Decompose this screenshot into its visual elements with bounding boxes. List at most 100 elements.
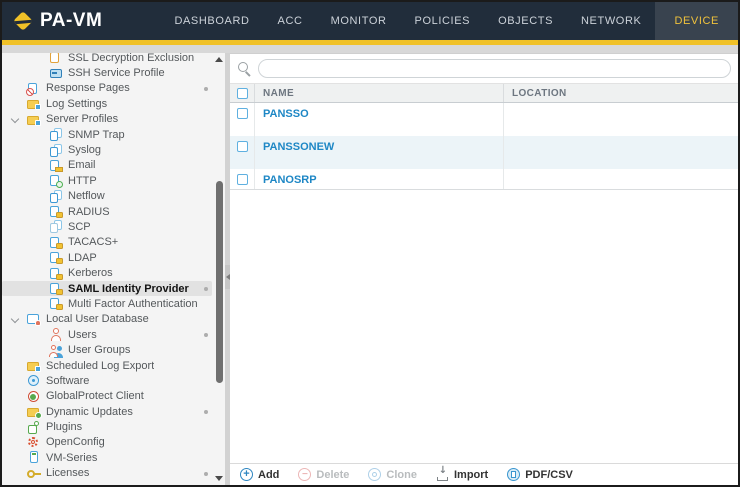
gear-icon bbox=[27, 436, 41, 449]
select-all-checkbox[interactable] bbox=[237, 88, 248, 99]
clone-button[interactable]: Clone bbox=[368, 468, 417, 482]
sidebar-item-dynamic-updates[interactable]: Dynamic Updates bbox=[2, 404, 212, 419]
status-dot bbox=[204, 410, 208, 414]
sidebar-item-multi-factor-authentication[interactable]: Multi Factor Authentication bbox=[2, 296, 212, 311]
content-area: SSL Decryption ExclusionSSH Service Prof… bbox=[2, 45, 738, 485]
sidebar-item-globalprotect-client[interactable]: GlobalProtect Client bbox=[2, 389, 212, 404]
sidebar-item-local-user-database[interactable]: Local User Database bbox=[2, 312, 212, 327]
tab-monitor[interactable]: MONITOR bbox=[317, 2, 401, 40]
sidebar-item-openconfig[interactable]: OpenConfig bbox=[2, 435, 212, 450]
tab-device[interactable]: DEVICE bbox=[655, 2, 738, 40]
sidebar-item-label: Local User Database bbox=[46, 313, 149, 325]
table-body: PANSSO PANSSONEW PANOSRP bbox=[230, 103, 738, 190]
row-checkbox[interactable] bbox=[237, 141, 248, 152]
sidebar-item-snmp-trap[interactable]: SNMP Trap bbox=[2, 127, 212, 142]
column-header-location[interactable]: LOCATION bbox=[504, 84, 738, 102]
tab-acc[interactable]: ACC bbox=[264, 2, 317, 40]
sidebar-item-ssh-service-profile[interactable]: SSH Service Profile bbox=[2, 65, 212, 80]
column-header-name[interactable]: NAME bbox=[254, 84, 504, 102]
delete-circle-icon bbox=[298, 468, 312, 482]
collapse-panel-handle[interactable] bbox=[225, 265, 230, 289]
sidebar-item-label: HTTP bbox=[68, 175, 97, 187]
sidebar-item-software[interactable]: Software bbox=[2, 373, 212, 388]
row-location-cell bbox=[504, 169, 738, 189]
persons-icon bbox=[49, 344, 63, 357]
sidebar-item-scp[interactable]: SCP bbox=[2, 219, 212, 234]
sidebar-item-partially-visible[interactable] bbox=[2, 481, 212, 485]
collapse-arrow-icon bbox=[226, 274, 230, 280]
sidebar-item-response-pages[interactable]: Response Pages bbox=[2, 81, 212, 96]
row-checkbox[interactable] bbox=[237, 174, 248, 185]
table-row: PANOSRP bbox=[230, 169, 738, 190]
card-person-icon bbox=[27, 313, 41, 326]
sidebar-item-ssl-decryption-exclusion[interactable]: SSL Decryption Exclusion bbox=[2, 53, 212, 65]
sidebar-item-saml-identity-provider[interactable]: SAML Identity Provider bbox=[2, 281, 212, 296]
sidebar-item-label: Log Settings bbox=[46, 98, 107, 110]
sidebar-item-email[interactable]: Email bbox=[2, 158, 212, 173]
sidebar-item-licenses[interactable]: Licenses bbox=[2, 466, 212, 481]
toolbar-button-label: PDF/CSV bbox=[525, 469, 573, 481]
sidebar-item-kerberos[interactable]: Kerberos bbox=[2, 265, 212, 280]
tab-network[interactable]: NETWORK bbox=[567, 2, 655, 40]
sidebar-item-label: Users bbox=[68, 329, 97, 341]
sidebar-item-label: TACACS+ bbox=[68, 236, 118, 248]
scroll-down-icon[interactable] bbox=[215, 476, 223, 481]
table-header: NAME LOCATION bbox=[230, 84, 738, 103]
main-panel: NAME LOCATION PANSSO PANSSONEW PANOSRP Add… bbox=[230, 53, 738, 485]
sidebar-item-server-profiles[interactable]: Server Profiles bbox=[2, 112, 212, 127]
search-input[interactable] bbox=[258, 59, 731, 78]
doc-ssh-icon bbox=[49, 67, 63, 80]
row-name-link[interactable]: PANOSRP bbox=[263, 174, 317, 186]
delete-button[interactable]: Delete bbox=[298, 468, 349, 482]
sidebar-item-scheduled-log-export[interactable]: Scheduled Log Export bbox=[2, 358, 212, 373]
pdf-csv-button[interactable]: PDF/CSV bbox=[507, 468, 573, 482]
add-button[interactable]: Add bbox=[240, 468, 279, 482]
sidebar-item-label: Multi Factor Authentication bbox=[68, 298, 198, 310]
docs-light-icon bbox=[49, 220, 63, 233]
sidebar-item-label: SAML Identity Provider bbox=[68, 283, 189, 295]
panel-splitter[interactable] bbox=[225, 53, 230, 485]
docs-icon bbox=[49, 128, 63, 141]
sidebar-item-plugins[interactable]: Plugins bbox=[2, 419, 212, 434]
sidebar-item-vm-series[interactable]: VM-Series bbox=[2, 450, 212, 465]
import-button[interactable]: Import bbox=[436, 468, 488, 482]
tab-dashboard[interactable]: DASHBOARD bbox=[160, 2, 263, 40]
disc-icon bbox=[27, 374, 41, 387]
scrollbar-thumb[interactable] bbox=[216, 181, 223, 383]
sidebar-item-user-groups[interactable]: User Groups bbox=[2, 342, 212, 357]
search-row bbox=[230, 54, 738, 84]
sidebar-item-tacacs[interactable]: TACACS+ bbox=[2, 235, 212, 250]
top-navbar: PA-VM DASHBOARDACCMONITORPOLICIESOBJECTS… bbox=[2, 2, 738, 40]
expand-chevron-icon[interactable] bbox=[11, 314, 19, 322]
row-location-cell bbox=[504, 136, 738, 169]
sidebar-item-ldap[interactable]: LDAP bbox=[2, 250, 212, 265]
expand-chevron-icon[interactable] bbox=[11, 114, 19, 122]
status-dot bbox=[204, 472, 208, 476]
sidebar-item-label: Plugins bbox=[46, 421, 82, 433]
row-checkbox[interactable] bbox=[237, 108, 248, 119]
pdf-csv-circle-icon bbox=[507, 468, 521, 482]
row-name-link[interactable]: PANSSONEW bbox=[263, 141, 334, 153]
folder-blue-icon bbox=[27, 97, 41, 110]
sidebar-item-http[interactable]: HTTP bbox=[2, 173, 212, 188]
sidebar-item-label: GlobalProtect Client bbox=[46, 390, 144, 402]
sidebar-scrollbar[interactable] bbox=[214, 53, 225, 485]
toolbar-button-label: Delete bbox=[316, 469, 349, 481]
sidebar-item-syslog[interactable]: Syslog bbox=[2, 142, 212, 157]
sidebar-item-label: SNMP Trap bbox=[68, 129, 125, 141]
tab-policies[interactable]: POLICIES bbox=[401, 2, 485, 40]
sidebar-item-label: Licenses bbox=[46, 467, 89, 479]
doc-lock-icon bbox=[49, 282, 63, 295]
doc-globe-icon bbox=[49, 174, 63, 187]
docs-icon bbox=[49, 190, 63, 203]
sidebar-item-label: Scheduled Log Export bbox=[46, 360, 154, 372]
sidebar-item-label: SSL Decryption Exclusion bbox=[68, 53, 194, 64]
tab-objects[interactable]: OBJECTS bbox=[484, 2, 567, 40]
sidebar-item-log-settings[interactable]: Log Settings bbox=[2, 96, 212, 111]
sidebar-item-radius[interactable]: RADIUS bbox=[2, 204, 212, 219]
scroll-up-icon[interactable] bbox=[215, 57, 223, 62]
row-name-link[interactable]: PANSSO bbox=[263, 108, 309, 120]
sidebar-item-netflow[interactable]: Netflow bbox=[2, 189, 212, 204]
sidebar-item-users[interactable]: Users bbox=[2, 327, 212, 342]
status-dot bbox=[204, 87, 208, 91]
